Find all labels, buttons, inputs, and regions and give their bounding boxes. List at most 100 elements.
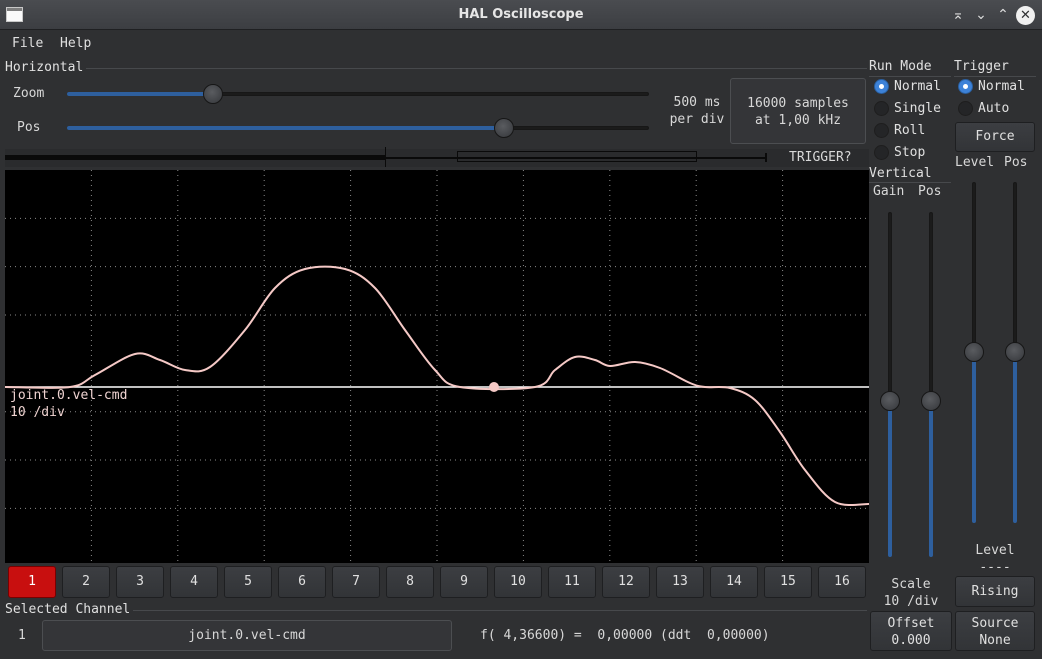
- record-bar-left: [5, 155, 386, 160]
- zoom-slider-fill: [67, 92, 213, 96]
- channel-annotation-name: joint.0.vel-cmd: [10, 388, 128, 403]
- run-mode-label-normal[interactable]: Normal: [894, 79, 941, 94]
- record-view-window[interactable]: [457, 151, 697, 162]
- channel-button-7[interactable]: 7: [332, 566, 380, 598]
- run-mode-label-single[interactable]: Single: [894, 101, 941, 116]
- channel-annotation: joint.0.vel-cmd 10 /div: [10, 387, 127, 421]
- vertical-pos-slider-fill: [929, 402, 933, 557]
- vertical-offset-label: Offset: [887, 616, 935, 631]
- pos-label: Pos: [17, 120, 41, 135]
- keep-above-icon[interactable]: ⌅: [949, 6, 967, 24]
- trigger-level-value: ----: [979, 560, 1011, 575]
- trigger-pos-slider-fill: [1013, 353, 1017, 523]
- selected-channel-number: 1: [18, 628, 26, 643]
- channel-annotation-scale: 10 /div: [10, 405, 65, 420]
- channel-button-11[interactable]: 11: [548, 566, 596, 598]
- force-trigger-button[interactable]: Force: [955, 122, 1035, 152]
- trigger-point-marker: [489, 382, 499, 392]
- trigger-level-slider-handle[interactable]: [964, 342, 984, 362]
- pos-slider-fill: [67, 126, 504, 130]
- channel-button-12[interactable]: 12: [602, 566, 650, 598]
- run-mode-label-roll[interactable]: Roll: [894, 123, 925, 138]
- title-bar: HAL Oscilloscope ⌅ ⌄ ⌃ ✕: [0, 0, 1042, 30]
- pos-slider-handle[interactable]: [493, 118, 514, 138]
- vertical-pos-slider-track[interactable]: [929, 212, 933, 557]
- vertical-label: Vertical: [869, 166, 932, 181]
- close-window-icon[interactable]: ✕: [1016, 6, 1035, 25]
- vertical-offset-value: 0.000: [891, 633, 931, 648]
- run-mode-radio-single[interactable]: [874, 101, 889, 116]
- trigger-level-title: Level: [975, 543, 1015, 558]
- trigger-pos-label: Pos: [1004, 155, 1028, 170]
- trigger-label: Trigger: [954, 59, 1009, 74]
- run-mode-radio-roll[interactable]: [874, 123, 889, 138]
- minimize-icon[interactable]: ⌄: [972, 6, 990, 24]
- maximize-icon[interactable]: ⌃: [994, 6, 1012, 24]
- menu-help[interactable]: Help: [60, 36, 91, 51]
- trigger-source-button[interactable]: Source None: [955, 611, 1035, 651]
- vertical-scale-label: Scale: [891, 577, 931, 592]
- channel-button-8[interactable]: 8: [386, 566, 434, 598]
- channel-button-2[interactable]: 2: [62, 566, 110, 598]
- trigger-level-slider-fill: [972, 353, 976, 523]
- channel-button-1[interactable]: 1: [8, 566, 56, 598]
- trigger-mode-radio-normal[interactable]: [958, 79, 973, 94]
- trigger-level-label: Level: [955, 155, 995, 170]
- channel-value-readout: f( 4,36600) = 0,00000 (ddt 0,00000): [480, 628, 770, 643]
- vertical-pos-label: Pos: [918, 184, 942, 199]
- channel-button-14[interactable]: 14: [710, 566, 758, 598]
- channel-button-9[interactable]: 9: [440, 566, 488, 598]
- timebase-readout: 500 ms per div: [664, 94, 730, 128]
- zoom-label: Zoom: [13, 86, 45, 101]
- trigger-mode-label-auto[interactable]: Auto: [978, 101, 1009, 116]
- timebase-value: 500 ms: [673, 95, 721, 110]
- channel-button-5[interactable]: 5: [224, 566, 272, 598]
- vertical-gain-label: Gain: [873, 184, 905, 199]
- channel-button-15[interactable]: 15: [764, 566, 812, 598]
- selected-channel-frame: [5, 610, 867, 611]
- record-bar-end: [765, 153, 767, 162]
- trigger-edge-button[interactable]: Rising: [955, 576, 1035, 607]
- vertical-pos-slider-handle[interactable]: [921, 391, 941, 412]
- vertical-gain-slider-track[interactable]: [888, 212, 892, 557]
- channel-button-10[interactable]: 10: [494, 566, 542, 598]
- channel-button-13[interactable]: 13: [656, 566, 704, 598]
- trigger-mode-radio-auto[interactable]: [958, 101, 973, 116]
- trigger-source-label: Source: [971, 616, 1019, 631]
- menu-file[interactable]: File: [12, 36, 43, 51]
- timebase-unit: per div: [669, 112, 725, 127]
- window-title: HAL Oscilloscope: [458, 7, 584, 22]
- run-mode-radio-stop[interactable]: [874, 145, 889, 160]
- selected-channel-name-button[interactable]: joint.0.vel-cmd: [42, 620, 452, 651]
- trigger-source-value: None: [979, 633, 1011, 648]
- scope-display: [4, 170, 870, 563]
- channel-button-6[interactable]: 6: [278, 566, 326, 598]
- sample-rate-button[interactable]: 16000 samples at 1,00 kHz: [730, 78, 866, 144]
- selected-channel-label: Selected Channel: [5, 602, 134, 617]
- samples-count: 16000 samples: [747, 96, 849, 111]
- record-trigger-marker: [385, 147, 386, 167]
- channel-button-4[interactable]: 4: [170, 566, 218, 598]
- run-mode-frame: [869, 76, 951, 77]
- pos-slider-track[interactable]: [67, 126, 649, 130]
- zoom-slider-handle[interactable]: [202, 84, 223, 104]
- run-mode-label-stop[interactable]: Stop: [894, 145, 925, 160]
- vertical-offset-button[interactable]: Offset 0.000: [870, 611, 952, 651]
- scope-screen[interactable]: joint.0.vel-cmd 10 /div: [4, 170, 870, 563]
- trigger-level-readout: Level ----: [955, 542, 1035, 576]
- channel-button-16[interactable]: 16: [818, 566, 866, 598]
- vertical-scale-value: 10 /div: [883, 594, 939, 609]
- trigger-status: TRIGGER?: [789, 150, 852, 165]
- trigger-mode-label-normal[interactable]: Normal: [978, 79, 1025, 94]
- vertical-gain-slider-fill: [888, 402, 892, 557]
- vertical-gain-slider-handle[interactable]: [880, 391, 900, 412]
- app-window-icon: [6, 7, 23, 22]
- run-mode-radio-normal[interactable]: [874, 79, 889, 94]
- horizontal-group-label: Horizontal: [5, 60, 87, 75]
- menu-bar: [0, 31, 1042, 57]
- vertical-scale-readout: Scale 10 /div: [870, 576, 952, 610]
- zoom-slider-track[interactable]: [67, 92, 649, 96]
- channel-button-3[interactable]: 3: [116, 566, 164, 598]
- trigger-pos-slider-handle[interactable]: [1005, 342, 1025, 362]
- vertical-frame: [869, 182, 951, 183]
